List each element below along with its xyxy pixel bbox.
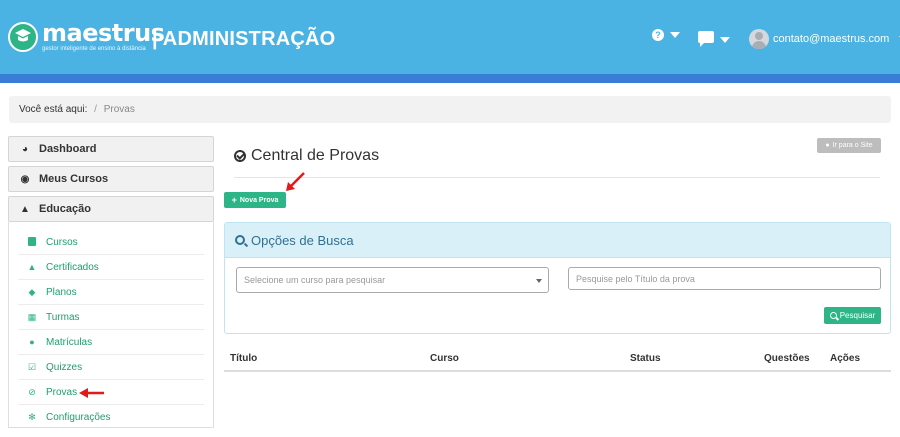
sidebar-item-configuracoes[interactable]: ✻ Configurações bbox=[18, 405, 204, 430]
page-title: Central de Provas bbox=[234, 147, 379, 165]
sidebar-item-quizzes[interactable]: ☑ Quizzes bbox=[18, 355, 204, 380]
sidebar-section-label: Dashboard bbox=[39, 143, 97, 155]
logo-word: maestrus bbox=[42, 19, 165, 47]
sidebar-item-label: Cursos bbox=[46, 236, 78, 248]
column-header-acoes: Ações bbox=[830, 353, 861, 364]
help-icon: ? bbox=[652, 29, 664, 41]
go-to-site-button[interactable]: ● Ir para o Site bbox=[817, 138, 881, 153]
new-exam-label: Nova Prova bbox=[239, 196, 279, 204]
breadcrumb-prefix: Você está aqui: bbox=[19, 104, 88, 115]
breadcrumb-separator: / bbox=[94, 104, 97, 115]
sidebar-item-label: Certificados bbox=[46, 261, 99, 273]
tags-icon: ◆ bbox=[28, 286, 36, 297]
sidebar-item-planos[interactable]: ◆ Planos bbox=[18, 280, 204, 305]
calendar-icon: ▦ bbox=[27, 311, 37, 322]
column-header-questoes[interactable]: Questões bbox=[764, 353, 810, 364]
chevron-down-icon bbox=[536, 279, 542, 283]
breadcrumb: Você está aqui: / Provas bbox=[9, 96, 891, 123]
avatar bbox=[749, 29, 769, 49]
messages-menu[interactable] bbox=[698, 31, 730, 47]
annotation-arrow-icon bbox=[286, 172, 305, 191]
sidebar-submenu: Cursos ▲ Certificados ◆ Planos ▦ Turmas … bbox=[8, 222, 214, 428]
plus-icon: + bbox=[231, 195, 237, 205]
course-select-placeholder: Selecione um curso para pesquisar bbox=[244, 275, 386, 285]
user-email: contato@maestrus.com bbox=[773, 33, 890, 45]
chevron-down-icon bbox=[720, 37, 730, 43]
sidebar-item-label: Provas bbox=[46, 386, 78, 398]
sidebar-item-label: Configurações bbox=[46, 412, 111, 423]
check-circle-icon: ⊘ bbox=[28, 386, 36, 397]
column-header-status[interactable]: Status bbox=[630, 353, 661, 364]
check-circle-icon bbox=[234, 150, 246, 162]
page-title-text: Central de Provas bbox=[251, 147, 380, 164]
breadcrumb-current: Provas bbox=[103, 104, 135, 115]
sidebar-item-turmas[interactable]: ▦ Turmas bbox=[18, 305, 204, 330]
gears-icon: ✻ bbox=[28, 412, 36, 422]
sidebar-item-certificados[interactable]: ▲ Certificados bbox=[18, 255, 204, 280]
go-to-site-label: Ir para o Site bbox=[832, 142, 873, 149]
exams-table-header: Título Curso Status Questões Ações bbox=[224, 348, 891, 372]
chevron-down-icon bbox=[670, 32, 680, 38]
sidebar-item-label: Matrículas bbox=[46, 336, 93, 348]
search-panel-title: Opções de Busca bbox=[251, 232, 354, 248]
eye-icon: ◉ bbox=[20, 173, 30, 185]
sidebar-section-educacao[interactable]: ▲ Educação bbox=[8, 196, 214, 222]
annotation-arrow-icon bbox=[79, 388, 104, 398]
title-divider bbox=[234, 177, 880, 178]
sidebar-item-label: Quizzes bbox=[46, 361, 83, 373]
sidebar-item-provas[interactable]: ⊘ Provas bbox=[18, 380, 204, 405]
checkbox-icon: ☑ bbox=[27, 361, 37, 372]
sidebar: ◕ Dashboard ◉ Meus Cursos ▲ Educação Cur… bbox=[8, 136, 214, 428]
logo[interactable]: maestrus gestor inteligente de ensino à … bbox=[8, 19, 165, 52]
graduation-cap-icon: ▲ bbox=[27, 262, 37, 272]
sidebar-section-label: Meus Cursos bbox=[39, 173, 109, 185]
globe-icon: ● bbox=[825, 142, 830, 149]
sidebar-item-matriculas[interactable]: ● Matrículas bbox=[18, 330, 204, 355]
book-icon bbox=[26, 236, 38, 248]
sidebar-item-cursos[interactable]: Cursos bbox=[18, 230, 204, 255]
search-icon bbox=[829, 312, 837, 319]
header-stripe bbox=[0, 74, 900, 83]
sidebar-section-label: Educação bbox=[39, 203, 91, 215]
sidebar-section-meus-cursos[interactable]: ◉ Meus Cursos bbox=[8, 166, 214, 192]
section-title: | ADMINISTRAÇÃO bbox=[152, 28, 336, 50]
logo-mark-icon bbox=[8, 21, 38, 52]
sidebar-item-label: Turmas bbox=[46, 311, 80, 323]
new-exam-button[interactable]: + Nova Prova bbox=[224, 192, 286, 208]
column-header-curso[interactable]: Curso bbox=[430, 353, 459, 364]
column-header-titulo[interactable]: Título bbox=[230, 353, 257, 364]
help-menu[interactable]: ? bbox=[652, 29, 680, 41]
graduation-cap-icon: ▲ bbox=[20, 203, 30, 215]
search-panel-header: Opções de Busca bbox=[225, 223, 890, 258]
sidebar-item-label: Planos bbox=[46, 286, 77, 298]
search-panel: Opções de Busca Selecione um curso para … bbox=[224, 222, 891, 334]
top-header: maestrus gestor inteligente de ensino à … bbox=[0, 0, 900, 74]
dashboard-icon: ◕ bbox=[21, 143, 29, 155]
user-menu[interactable]: contato@maestrus.com bbox=[749, 29, 900, 49]
course-select[interactable]: Selecione um curso para pesquisar bbox=[236, 267, 549, 293]
chat-icon bbox=[698, 31, 714, 47]
sidebar-section-dashboard[interactable]: ◕ Dashboard bbox=[8, 136, 214, 162]
exam-title-search-input[interactable] bbox=[568, 267, 881, 290]
search-button-label: Pesquisar bbox=[839, 311, 876, 320]
search-button[interactable]: Pesquisar bbox=[824, 307, 881, 324]
user-icon: ● bbox=[29, 337, 35, 347]
search-icon bbox=[235, 235, 245, 245]
